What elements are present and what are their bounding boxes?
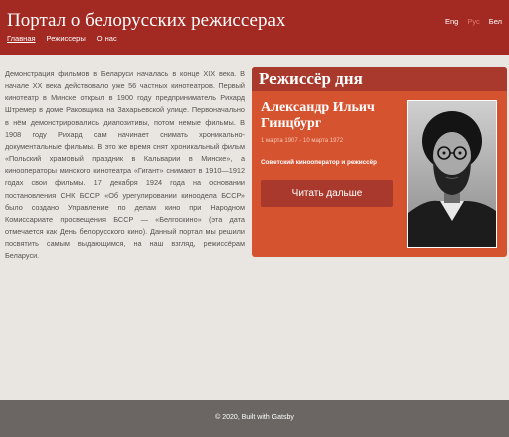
site-header: Портал о белорусских режиссерах Главная … bbox=[0, 0, 509, 55]
lang-eng[interactable]: Eng bbox=[445, 17, 458, 26]
nav-item-directors[interactable]: Режиссеры bbox=[47, 34, 86, 43]
lang-rus[interactable]: Рус bbox=[467, 17, 479, 26]
site-title[interactable]: Портал о белорусских режиссерах bbox=[7, 10, 285, 32]
portrait-photo-icon bbox=[408, 101, 496, 247]
director-portrait bbox=[407, 100, 497, 248]
read-more-button[interactable]: Читать дальше bbox=[261, 180, 393, 207]
main-nav: Главная Режиссеры О нас bbox=[7, 34, 117, 43]
lang-bel[interactable]: Бел bbox=[489, 17, 502, 26]
intro-text: Демонстрация фильмов в Беларуси началась… bbox=[5, 69, 245, 261]
language-switcher: Eng Рус Бел bbox=[445, 17, 502, 26]
director-dates: 1 марта 1907 - 10 марта 1972 bbox=[261, 138, 344, 144]
footer-text: © 2020, Built with Gatsby bbox=[215, 414, 294, 421]
card-header: Режиссёр дня bbox=[252, 67, 507, 91]
director-name: Александр Ильич Гинцбург bbox=[261, 100, 375, 131]
nav-item-home[interactable]: Главная bbox=[7, 34, 36, 43]
director-role: Советский кинооператор и режиссёр bbox=[261, 159, 377, 166]
card-heading: Режиссёр дня bbox=[259, 69, 363, 88]
nav-item-about[interactable]: О нас bbox=[97, 34, 117, 43]
site-footer: © 2020, Built with Gatsby bbox=[0, 400, 509, 437]
director-of-day-card: Режиссёр дня Александр Ильич Гинцбург 1 … bbox=[252, 67, 507, 257]
